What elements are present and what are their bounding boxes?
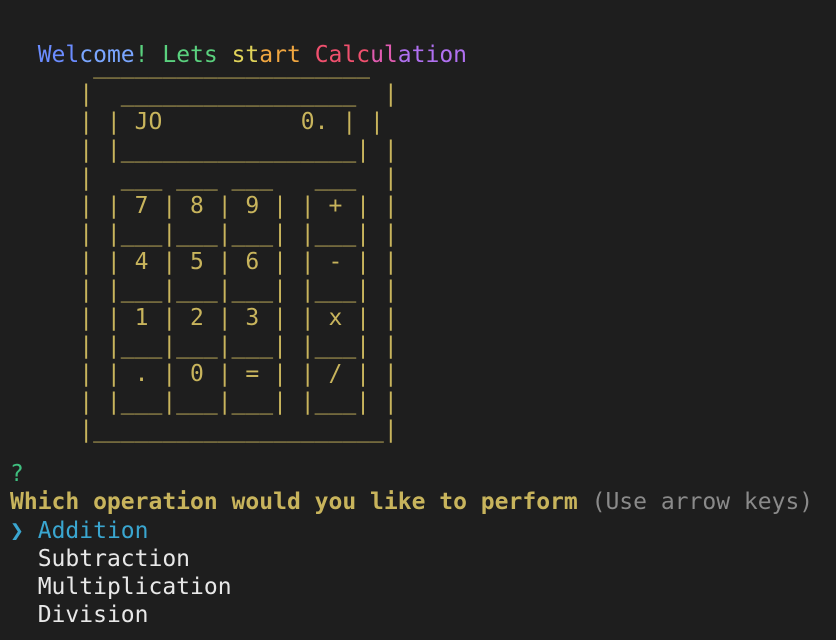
prompt-marker: ? [10,461,24,487]
option-division[interactable]: Division [10,601,149,629]
option-multiplication[interactable]: Multiplication [10,573,232,601]
welcome-banner: Welcome! Lets start Calculation [10,13,467,68]
question-text: Which operation would you like to perfor… [10,489,578,515]
option-label: Multiplication [37,574,232,600]
option-label: Subtraction [37,546,191,572]
prompt-hint: (Use arrow keys) [591,489,814,515]
selection-pointer-icon: ❯ [10,518,24,544]
option-label: Addition [37,518,149,544]
option-label: Division [37,602,149,628]
welcome-seg: ation [397,42,468,68]
option-addition[interactable]: ❯ Addition [10,517,149,545]
calculator-ascii-art: ____________________ | _________________… [79,53,398,443]
option-subtraction[interactable]: Subtraction [10,545,190,573]
prompt-question: Which operation would you like to perfor… [10,488,813,516]
